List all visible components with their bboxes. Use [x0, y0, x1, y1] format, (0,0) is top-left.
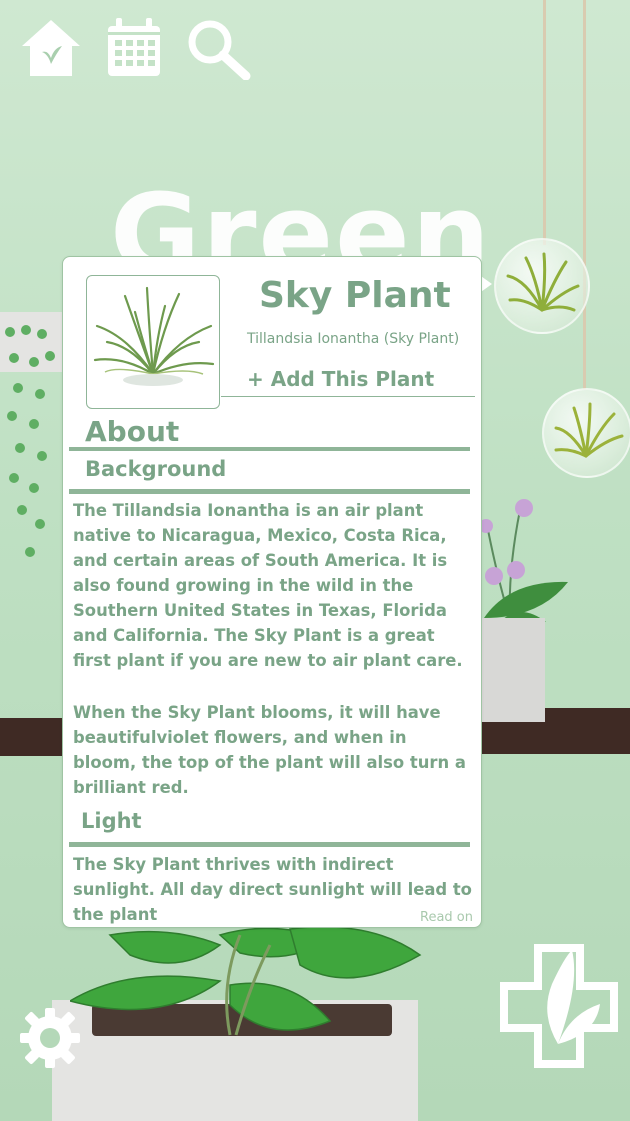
- hanging-terrarium: [494, 238, 590, 334]
- divider: [221, 396, 475, 397]
- light-heading: Light: [81, 809, 142, 833]
- plant-thumbnail: [86, 275, 220, 409]
- shelf: [0, 718, 70, 756]
- plant-info-card: Sky Plant Tillandsia Ionantha (Sky Plant…: [62, 256, 482, 928]
- potted-plant-leaves: [70, 926, 422, 1036]
- read-on-link[interactable]: Read on: [420, 910, 473, 925]
- divider: [69, 842, 470, 847]
- divider: [69, 489, 470, 494]
- gear-icon[interactable]: [18, 1006, 82, 1070]
- orchid-pot: [480, 618, 545, 722]
- scientific-name: Tillandsia Ionantha (Sky Plant): [247, 331, 460, 347]
- search-icon[interactable]: [186, 18, 252, 80]
- background-paragraph: The Tillandsia Ionantha is an air plant …: [73, 501, 463, 670]
- background-heading: Background: [85, 457, 227, 481]
- plant-name: Sky Plant: [259, 275, 451, 316]
- hanging-rope: [543, 0, 546, 245]
- hanging-terrarium: [542, 388, 630, 478]
- about-heading: About: [85, 415, 180, 448]
- home-icon[interactable]: [18, 18, 84, 78]
- add-plant-button[interactable]: + Add This Plant: [247, 367, 434, 391]
- orchid-plant: [480, 499, 568, 622]
- divider: [69, 447, 470, 451]
- light-paragraph: The Sky Plant thrives with indirect sunl…: [73, 855, 472, 924]
- trailing-plant: [0, 312, 62, 557]
- calendar-icon[interactable]: [106, 18, 162, 78]
- background-paragraph: When the Sky Plant blooms, it will have …: [73, 703, 466, 797]
- plant-cross-icon[interactable]: [500, 944, 618, 1068]
